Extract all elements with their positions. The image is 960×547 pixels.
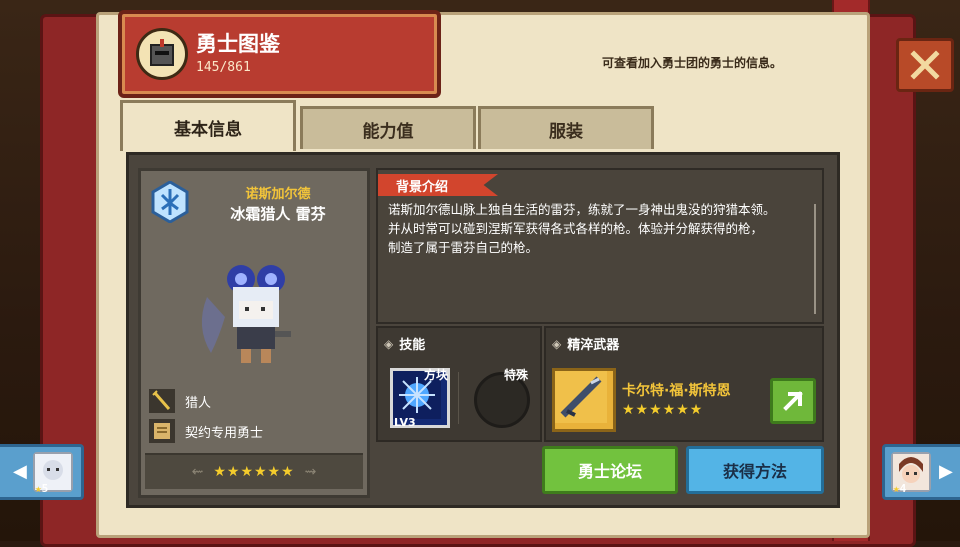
skill-name: 方块 xyxy=(424,368,449,382)
tab-costume[interactable]: 服装 xyxy=(478,106,654,149)
weapon-label: 精淬武器 xyxy=(567,338,620,353)
close-button[interactable] xyxy=(896,38,954,92)
collection-count: 145/861 xyxy=(196,60,251,75)
how-to-obtain-button[interactable]: 获得方法 xyxy=(686,446,824,494)
decor-right-arrow: ⇝ xyxy=(304,464,317,480)
background-label: 背景介绍 xyxy=(378,174,498,196)
hero-contract-row: 契约专用勇士 xyxy=(149,419,263,443)
close-icon xyxy=(910,50,940,80)
chevron-right-icon: ▶ xyxy=(939,461,953,482)
hero-stars: ★★★★★★ xyxy=(213,464,295,480)
background-line: 并从时常可以碰到涅斯军获得各式各样的枪。体验并分解获得的枪， xyxy=(388,221,764,236)
weapon-name: 卡尔特·福·斯特恩 xyxy=(622,383,731,399)
next-hero-star-count: 4 xyxy=(899,482,907,495)
weapon-panel: ◈ 精淬武器 卡尔特·福·斯特恩 ★★★★★★ xyxy=(544,326,824,442)
bow-icon xyxy=(149,389,175,413)
page-title: 勇士图鉴 xyxy=(196,33,280,56)
decor-left-arrow: ⇜ xyxy=(191,464,204,480)
weapon-header: ◈ 精淬武器 xyxy=(552,334,620,354)
hero-class-row: 猎人 xyxy=(149,389,211,413)
tab-stats[interactable]: 能力值 xyxy=(300,106,476,149)
hero-class-label: 猎人 xyxy=(185,395,212,411)
background-scrollbar[interactable] xyxy=(814,204,816,314)
scroll-icon xyxy=(149,419,175,443)
hero-region: 诺斯加尔德 xyxy=(245,187,311,202)
tab-basic-info[interactable]: 基本信息 xyxy=(120,100,296,151)
skill-level: LV3 xyxy=(394,416,416,429)
skill-header: ◈ 技能 xyxy=(384,334,426,354)
diamond-icon: ◈ xyxy=(552,336,562,351)
hero-sprite xyxy=(189,257,309,367)
next-hero-button[interactable]: ★4 ▶ xyxy=(882,444,960,500)
helmet-icon xyxy=(136,28,188,80)
background-line: 制造了属于雷芬自己的枪。 xyxy=(388,240,539,255)
title-plate: 勇士图鉴 145/861 xyxy=(118,10,441,98)
weapon-stars: ★★★★★★ xyxy=(622,402,704,418)
diamond-icon: ◈ xyxy=(384,336,394,351)
star-icon: ★ xyxy=(35,482,42,495)
background-line: 诺斯加尔德山脉上独自生活的雷芬，练就了一身神出鬼没的狩猎本领。 xyxy=(388,202,776,217)
skill-panel: ◈ 技能 方块 LV3 特殊 xyxy=(376,326,542,442)
hero-forum-button[interactable]: 勇士论坛 xyxy=(542,446,678,494)
prev-hero-star-badge: ★5 xyxy=(35,482,48,495)
rifle-icon[interactable] xyxy=(552,368,616,432)
element-ice-icon xyxy=(151,180,189,224)
hero-rating: ⇜ ★★★★★★ ⇝ xyxy=(145,453,363,489)
skill-label: 技能 xyxy=(399,338,426,353)
prev-hero-button[interactable]: ◀ ★5 xyxy=(0,444,84,500)
hero-name: 冰霜猎人 雷芬 xyxy=(230,205,326,223)
page-subtitle: 可查看加入勇士团的勇士的信息。 xyxy=(602,56,783,70)
prev-hero-star-count: 5 xyxy=(41,482,49,495)
skill-divider xyxy=(458,372,459,424)
special-skill-label: 特殊 xyxy=(504,368,529,382)
next-hero-star-badge: ★4 xyxy=(893,482,906,495)
weapon-detail-button[interactable] xyxy=(770,378,816,424)
arrow-up-right-icon xyxy=(783,391,803,411)
chevron-left-icon: ◀ xyxy=(13,461,27,482)
hero-card: 诺斯加尔德 冰霜猎人 雷芬 猎人 契约专用勇士 ⇜ ★★★★★★ ⇝ xyxy=(138,168,370,498)
star-icon: ★ xyxy=(893,482,900,495)
background-text: 诺斯加尔德山脉上独自生活的雷芬，练就了一身神出鬼没的狩猎本领。 并从时常可以碰到… xyxy=(388,200,808,257)
hero-contract-label: 契约专用勇士 xyxy=(185,425,264,441)
background-panel: 背景介绍 诺斯加尔德山脉上独自生活的雷芬，练就了一身神出鬼没的狩猎本领。 并从时… xyxy=(376,168,824,324)
